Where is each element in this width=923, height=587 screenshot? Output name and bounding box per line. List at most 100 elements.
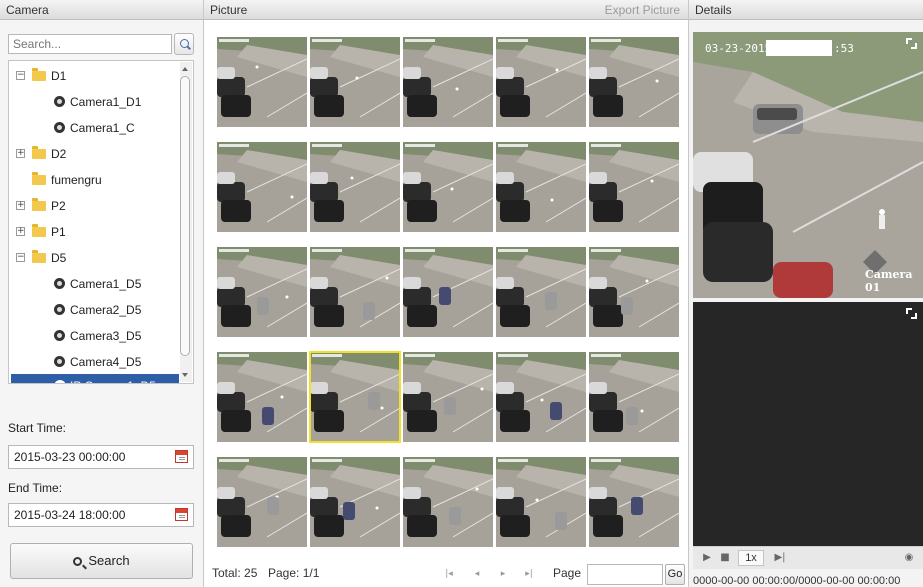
expand-icon[interactable]: + bbox=[16, 201, 25, 210]
tree-label: Camera4_D5 bbox=[70, 355, 142, 369]
camera-icon bbox=[54, 356, 65, 367]
tree-label: D5 bbox=[51, 251, 67, 265]
picture-panel: Picture Export Picture Total: 25 Page: 1… bbox=[204, 0, 688, 587]
folder-icon bbox=[32, 172, 46, 185]
tree-camera-camera4-d5[interactable]: Camera4_D5 bbox=[9, 350, 181, 374]
scroll-down-icon[interactable] bbox=[182, 373, 188, 377]
prev-page-icon[interactable]: ◂ bbox=[472, 569, 482, 579]
camera-tree: − D1 Camera1_D1 Camera1_C + D2 fumengru … bbox=[8, 60, 194, 384]
snapshot-thumbnail[interactable] bbox=[310, 142, 400, 232]
scroll-up-icon[interactable] bbox=[182, 67, 188, 71]
snapshot-thumbnail[interactable] bbox=[589, 457, 679, 547]
page-indicator: Page: 1/1 bbox=[268, 566, 320, 580]
snapshot-thumbnail[interactable] bbox=[496, 457, 586, 547]
tree-group-p1[interactable]: + P1 bbox=[9, 220, 181, 244]
expand-icon[interactable]: + bbox=[16, 149, 25, 158]
snapshot-thumbnail[interactable] bbox=[403, 37, 493, 127]
collapse-icon[interactable]: − bbox=[16, 253, 25, 262]
snapshot-thumbnail[interactable] bbox=[403, 247, 493, 337]
snapshot-thumbnail[interactable] bbox=[496, 247, 586, 337]
end-time-field[interactable]: 2015-03-24 18:00:00 bbox=[8, 503, 194, 527]
maximize-icon[interactable] bbox=[906, 308, 917, 319]
snapshot-thumbnail[interactable] bbox=[217, 247, 307, 337]
search-button[interactable]: Search bbox=[10, 543, 193, 579]
export-picture-button[interactable]: Export Picture bbox=[605, 0, 680, 20]
snapshot-thumbnail[interactable] bbox=[310, 37, 400, 127]
tree-group-d5[interactable]: − D5 bbox=[9, 246, 181, 270]
folder-icon bbox=[32, 198, 46, 211]
capture-icon[interactable]: ◉ bbox=[901, 551, 917, 565]
camera-icon bbox=[54, 278, 65, 289]
snapshot-thumbnail[interactable] bbox=[310, 247, 400, 337]
snapshot-thumbnail[interactable] bbox=[217, 142, 307, 232]
calendar-icon[interactable] bbox=[175, 450, 188, 463]
snapshot-thumbnail[interactable] bbox=[403, 457, 493, 547]
timestamp-date: 03-23-2015 bbox=[705, 42, 772, 55]
tree-label: Camera1_D1 bbox=[70, 95, 142, 109]
total-count: Total: 25 bbox=[212, 566, 258, 580]
snapshot-thumbnail[interactable] bbox=[589, 352, 679, 442]
maximize-icon[interactable] bbox=[906, 38, 917, 49]
tree-camera-camera2-d5[interactable]: Camera2_D5 bbox=[9, 298, 181, 322]
tree-camera-ip-camera1-d5[interactable]: IP Camera1_D5 bbox=[11, 374, 179, 383]
speed-button[interactable]: 1x bbox=[738, 550, 764, 566]
start-time-field[interactable]: 2015-03-23 00:00:00 bbox=[8, 445, 194, 469]
tree-camera-camera1-c[interactable]: Camera1_C bbox=[9, 116, 181, 140]
start-time-label: Start Time: bbox=[8, 421, 67, 435]
expand-icon[interactable]: + bbox=[16, 227, 25, 236]
snapshot-thumbnail[interactable] bbox=[217, 352, 307, 442]
tree-label: fumengru bbox=[51, 173, 102, 187]
collapse-icon[interactable]: − bbox=[16, 71, 25, 80]
folder-icon bbox=[32, 68, 46, 81]
main-video-view[interactable]: 03-23-2015 :53 Camera 01 bbox=[693, 32, 923, 298]
camera-overlay-label: Camera 01 bbox=[865, 268, 913, 294]
start-time-value: 2015-03-23 00:00:00 bbox=[14, 450, 126, 464]
tree-camera-camera3-d5[interactable]: Camera3_D5 bbox=[9, 324, 181, 348]
end-time-label: End Time: bbox=[8, 481, 63, 495]
camera-icon bbox=[54, 330, 65, 341]
camera-search-button[interactable] bbox=[174, 33, 194, 55]
snapshot-thumbnail[interactable] bbox=[217, 457, 307, 547]
snapshot-thumbnail[interactable] bbox=[217, 37, 307, 127]
folder-icon bbox=[32, 224, 46, 237]
tree-group-p2[interactable]: + P2 bbox=[9, 194, 181, 218]
play-icon[interactable]: ▶ bbox=[701, 551, 713, 565]
camera-panel: Camera − D1 Camera1_D1 Camera1_C + D2 fu… bbox=[0, 0, 203, 587]
page-number-input[interactable] bbox=[587, 564, 663, 585]
search-button-label: Search bbox=[88, 553, 130, 568]
tree-label: Camera2_D5 bbox=[70, 303, 142, 317]
camera-icon bbox=[54, 304, 65, 315]
scrollbar-thumb[interactable] bbox=[180, 76, 190, 356]
step-forward-icon[interactable]: ▶| bbox=[773, 551, 787, 565]
tree-camera-camera1-d1[interactable]: Camera1_D1 bbox=[9, 90, 181, 114]
tree-label: Camera1_C bbox=[70, 121, 135, 135]
snapshot-thumbnail[interactable] bbox=[589, 247, 679, 337]
tree-camera-camera1-d5[interactable]: Camera1_D5 bbox=[9, 272, 181, 296]
tree-group-d1[interactable]: − D1 bbox=[9, 64, 181, 88]
tree-label: Camera1_D5 bbox=[70, 277, 142, 291]
tree-group-fumengru[interactable]: fumengru bbox=[9, 168, 181, 192]
calendar-icon[interactable] bbox=[175, 508, 188, 521]
snapshot-thumbnail[interactable] bbox=[403, 352, 493, 442]
tree-group-d2[interactable]: + D2 bbox=[9, 142, 181, 166]
go-button[interactable]: Go bbox=[665, 564, 685, 585]
snapshot-thumbnail[interactable] bbox=[403, 142, 493, 232]
snapshot-thumbnail[interactable] bbox=[496, 142, 586, 232]
snapshot-thumbnail[interactable] bbox=[496, 37, 586, 127]
last-page-icon[interactable]: ▸| bbox=[524, 569, 534, 579]
snapshot-thumbnail[interactable] bbox=[310, 457, 400, 547]
tree-label: P1 bbox=[51, 225, 66, 239]
snapshot-thumbnail[interactable] bbox=[589, 37, 679, 127]
camera-search-input[interactable] bbox=[8, 34, 172, 54]
next-page-icon[interactable]: ▸ bbox=[498, 569, 508, 579]
stop-icon[interactable]: ■ bbox=[719, 551, 731, 565]
folder-icon bbox=[32, 146, 46, 159]
first-page-icon[interactable]: |◂ bbox=[444, 569, 454, 579]
snapshot-thumbnail[interactable] bbox=[496, 352, 586, 442]
snapshot-thumbnail[interactable] bbox=[309, 351, 401, 443]
tree-label: D1 bbox=[51, 69, 67, 83]
playback-view[interactable] bbox=[693, 302, 923, 546]
playback-controls: ▶ ■ 1x ▶| ◉ bbox=[693, 546, 923, 569]
tree-scrollbar[interactable] bbox=[180, 62, 192, 382]
snapshot-thumbnail[interactable] bbox=[589, 142, 679, 232]
